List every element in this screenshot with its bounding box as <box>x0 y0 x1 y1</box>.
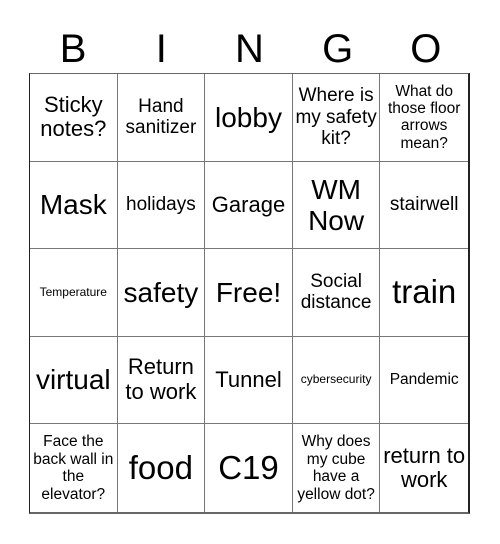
bingo-cell[interactable]: Why does my cube have a yellow dot? <box>293 424 381 512</box>
bingo-cell[interactable]: Temperature <box>30 249 118 337</box>
bingo-cell[interactable]: Face the back wall in the elevator? <box>30 424 118 512</box>
bingo-cell[interactable]: Where is my safety kit? <box>292 74 381 162</box>
header-letter-o: O <box>410 27 442 71</box>
bingo-cell[interactable]: Return to work <box>117 336 206 425</box>
header-letter-n: N <box>235 27 264 71</box>
header-letter-b: B <box>59 27 87 71</box>
header-letter-g: G <box>322 27 354 71</box>
bingo-cell[interactable]: virtual <box>30 336 118 425</box>
bingo-cell[interactable]: Hand sanitizer <box>117 74 206 162</box>
bingo-cell[interactable]: food <box>118 424 206 512</box>
bingo-cell[interactable]: safety <box>117 249 206 337</box>
bingo-header: B I N G O <box>29 26 470 72</box>
bingo-cell[interactable]: stairwell <box>380 162 468 250</box>
bingo-cell[interactable]: WM Now <box>292 161 381 250</box>
bingo-cell[interactable]: What do those floor arrows mean? <box>380 74 468 162</box>
header-letter-i: I <box>155 27 167 71</box>
bingo-cell[interactable]: C19 <box>205 424 293 512</box>
bingo-cell[interactable]: Garage <box>205 161 293 250</box>
bingo-cell[interactable]: Mask <box>30 161 118 250</box>
bingo-cell[interactable]: Tunnel <box>205 336 293 425</box>
bingo-cell[interactable]: Sticky notes? <box>30 74 118 162</box>
bingo-cell[interactable]: holidays <box>117 161 206 250</box>
free-space-cell[interactable]: Free! <box>205 249 293 337</box>
bingo-cell[interactable]: cybersecurity <box>292 336 381 425</box>
bingo-cell[interactable]: train <box>380 249 468 337</box>
bingo-cell[interactable]: return to work <box>380 424 468 512</box>
bingo-cell[interactable]: Pandemic <box>380 337 468 425</box>
bingo-cell[interactable]: lobby <box>205 74 293 162</box>
bingo-grid: Sticky notes? Hand sanitizer lobby Where… <box>29 73 470 514</box>
bingo-cell[interactable]: Social distance <box>292 249 381 337</box>
